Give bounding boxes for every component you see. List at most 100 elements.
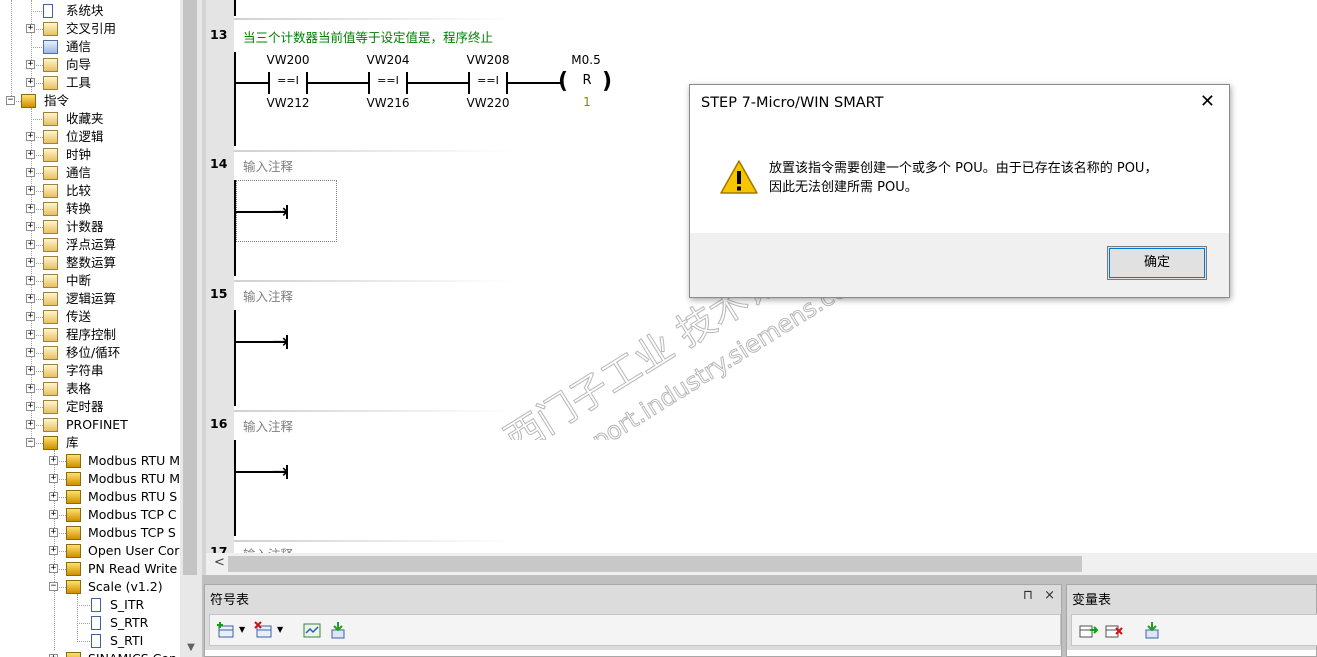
network-comment[interactable]: 输入注释 — [243, 544, 293, 553]
tree-item[interactable]: + 浮点运算 — [0, 236, 180, 254]
tree-item[interactable]: +SINAMICS Con — [0, 650, 180, 657]
tree-item[interactable]: 收藏夹 — [0, 110, 180, 128]
expand-icon[interactable]: + — [26, 132, 35, 141]
network-number[interactable]: 17 — [210, 544, 227, 553]
tree-item[interactable]: + PN Read Write — [0, 560, 180, 578]
expand-icon[interactable]: + — [26, 78, 35, 87]
tree-item[interactable]: + 定时器 — [0, 398, 180, 416]
expand-icon[interactable]: + — [26, 312, 35, 321]
scroll-left-arrow-icon[interactable]: < — [214, 555, 225, 570]
tree-item[interactable]: + 字符串 — [0, 362, 180, 380]
insert-variable-icon[interactable] — [1078, 621, 1098, 639]
expand-icon[interactable]: + — [49, 546, 58, 555]
tree-item[interactable]: S_ITR — [0, 596, 180, 614]
apply-to-project-icon[interactable] — [1142, 621, 1162, 639]
expand-icon[interactable]: + — [26, 294, 35, 303]
table-refresh-icon[interactable] — [302, 621, 322, 639]
tree-item[interactable]: + 通信 — [0, 164, 180, 182]
network-comment[interactable]: 当三个计数器当前值等于设定值是，程序终止 — [243, 27, 493, 46]
tree-item[interactable]: + Modbus RTU M — [0, 452, 180, 470]
expand-icon[interactable]: + — [49, 510, 58, 519]
tree-item[interactable]: + Modbus RTU M — [0, 470, 180, 488]
tree-item[interactable]: 系统块 — [0, 2, 180, 20]
compare-contact[interactable]: ==I — [368, 72, 408, 94]
expand-icon[interactable]: + — [26, 402, 35, 411]
delete-row-icon[interactable] — [254, 621, 274, 639]
expand-icon[interactable]: + — [49, 492, 58, 501]
dropdown-arrow-icon[interactable]: ▼ — [239, 625, 245, 634]
contact-operand-1[interactable]: VW208 — [458, 53, 518, 67]
coil-address[interactable]: M0.5 — [556, 53, 616, 67]
tree-item[interactable]: + 移位/循环 — [0, 344, 180, 362]
coil-operator[interactable]: R — [574, 73, 600, 88]
tree-item[interactable]: + 时钟 — [0, 146, 180, 164]
expand-icon[interactable]: + — [26, 330, 35, 339]
tree-item[interactable]: + Modbus TCP S — [0, 524, 180, 542]
expand-icon[interactable]: + — [49, 456, 58, 465]
tree-item[interactable]: − 指令 — [0, 92, 180, 110]
tree-item[interactable]: + 程序控制 — [0, 326, 180, 344]
expand-icon[interactable]: + — [26, 258, 35, 267]
contact-operand-2[interactable]: VW216 — [358, 96, 418, 110]
expand-icon[interactable]: + — [49, 564, 58, 573]
expand-icon[interactable]: + — [26, 204, 35, 213]
network-number[interactable]: 16 — [210, 416, 227, 431]
scroll-down-arrow-icon[interactable]: ▼ — [180, 639, 202, 657]
expand-icon[interactable]: + — [49, 528, 58, 537]
tree-item[interactable]: + 比较 — [0, 182, 180, 200]
pin-icon[interactable]: ⊓ — [1023, 588, 1033, 603]
tree-item[interactable]: − Scale (v1.2) — [0, 578, 180, 596]
contact-operand-1[interactable]: VW200 — [258, 53, 318, 67]
tree-item[interactable]: + 交叉引用 — [0, 20, 180, 38]
contact-operand-1[interactable]: VW204 — [358, 53, 418, 67]
tree-item[interactable]: S_RTI — [0, 632, 180, 650]
tree-item[interactable]: + 工具 — [0, 74, 180, 92]
tree-item[interactable]: + Modbus TCP C — [0, 506, 180, 524]
scrollbar-thumb[interactable] — [183, 0, 197, 575]
expand-icon[interactable]: + — [26, 60, 35, 69]
tree-item[interactable]: + 传送 — [0, 308, 180, 326]
tree-item[interactable]: + 位逻辑 — [0, 128, 180, 146]
collapse-icon[interactable]: − — [26, 438, 35, 447]
collapse-icon[interactable]: − — [49, 582, 58, 591]
expand-icon[interactable]: + — [26, 420, 35, 429]
expand-icon[interactable]: + — [26, 366, 35, 375]
collapse-icon[interactable]: − — [6, 96, 15, 105]
contact-operand-2[interactable]: VW212 — [258, 96, 318, 110]
compare-contact[interactable]: ==I — [268, 72, 308, 94]
contact-operand-2[interactable]: VW220 — [458, 96, 518, 110]
tree-item[interactable]: + PROFINET — [0, 416, 180, 434]
expand-icon[interactable]: + — [26, 168, 35, 177]
apply-to-project-icon[interactable] — [328, 621, 348, 639]
expand-icon[interactable]: + — [26, 276, 35, 285]
expand-icon[interactable]: + — [26, 348, 35, 357]
tree-item[interactable]: 通信 — [0, 38, 180, 56]
expand-icon[interactable]: + — [49, 474, 58, 483]
tree-item[interactable]: S_RTR — [0, 614, 180, 632]
expand-icon[interactable]: + — [26, 150, 35, 159]
expand-icon[interactable]: + — [26, 24, 35, 33]
expand-icon[interactable]: + — [26, 384, 35, 393]
tree-vertical-scrollbar[interactable]: ▼ — [180, 0, 202, 657]
network-number[interactable]: 13 — [210, 27, 227, 42]
tree-item[interactable]: + 中断 — [0, 272, 180, 290]
expand-icon[interactable]: + — [26, 186, 35, 195]
network-comment[interactable]: 输入注释 — [243, 156, 293, 175]
dropdown-arrow-icon[interactable]: ▼ — [277, 625, 283, 634]
tree-item[interactable]: + 转换 — [0, 200, 180, 218]
tree-item[interactable]: − 库 — [0, 434, 180, 452]
network-comment[interactable]: 输入注释 — [243, 416, 293, 435]
tree-item[interactable]: + 向导 — [0, 56, 180, 74]
tree-item[interactable]: + 表格 — [0, 380, 180, 398]
editor-horizontal-scrollbar[interactable]: < — [206, 553, 1317, 575]
close-pane-icon[interactable]: × — [1044, 588, 1055, 603]
tree-item[interactable]: + 逻辑运算 — [0, 290, 180, 308]
expand-icon[interactable]: + — [26, 240, 35, 249]
scrollbar-thumb[interactable] — [228, 556, 1082, 572]
tree-item[interactable]: + 计数器 — [0, 218, 180, 236]
coil-count[interactable]: 1 — [557, 95, 617, 109]
close-icon[interactable]: ✕ — [1200, 92, 1215, 112]
network-comment[interactable]: 输入注释 — [243, 286, 293, 305]
tree-item[interactable]: + 整数运算 — [0, 254, 180, 272]
tree-item[interactable]: + Modbus RTU S — [0, 488, 180, 506]
